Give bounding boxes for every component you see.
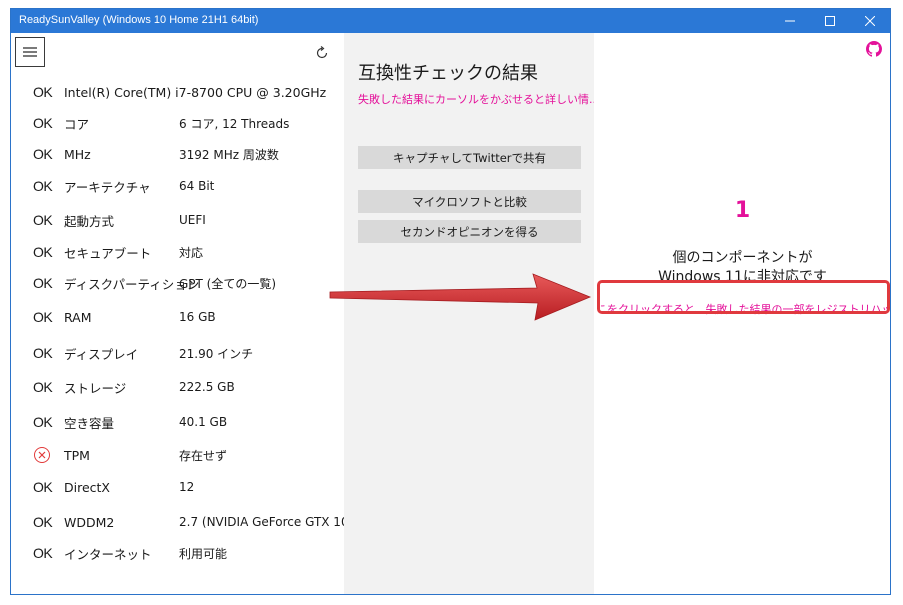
list-item: OK インターネット 利用可能 — [11, 543, 344, 563]
minimize-button[interactable] — [770, 9, 810, 33]
item-label: Intel(R) Core(TM) i7-8700 CPU @ 3.20GHz — [64, 84, 327, 100]
refresh-icon — [316, 46, 328, 59]
failed-count: 1 — [734, 198, 751, 223]
summary-pane: 1 個のコンポーネントが Windows 11に非対応です ここをクリックすると… — [594, 33, 890, 594]
item-label: インターネット — [64, 546, 152, 562]
list-item: OK MHz 3192 MHz 周波数 — [11, 144, 344, 164]
list-item: OK ディスクパーティション GPT (全ての一覧) — [11, 273, 344, 293]
item-value: UEFI — [179, 213, 206, 227]
item-value: 21.90 インチ — [179, 346, 254, 361]
status-ok: OK — [33, 146, 53, 162]
item-value: 40.1 GB — [179, 415, 228, 429]
list-item: OK Intel(R) Core(TM) i7-8700 CPU @ 3.20G… — [11, 82, 344, 102]
item-value: 64 Bit — [179, 179, 215, 193]
item-label: RAM — [64, 309, 92, 325]
status-ok: OK — [33, 414, 53, 430]
close-icon — [865, 16, 875, 26]
list-item: OK ストレージ 222.5 GB — [11, 377, 344, 397]
list-item: OK 起動方式 UEFI — [11, 210, 344, 230]
status-ok: OK — [33, 178, 53, 194]
hamburger-menu-icon — [23, 47, 37, 57]
results-pane: 互換性チェックの結果 失敗した結果にカーソルをかぶせると詳しい情... キャプチ… — [344, 33, 600, 594]
item-label: 起動方式 — [64, 213, 115, 229]
status-ok: OK — [33, 212, 53, 228]
item-value: 利用可能 — [179, 546, 228, 561]
item-value: 12 — [179, 480, 195, 494]
list-item: OK RAM 16 GB — [11, 307, 344, 327]
item-label: コア — [64, 116, 90, 132]
title-bar[interactable]: ReadySunValley (Windows 10 Home 21H1 64b… — [11, 9, 890, 33]
item-value: 222.5 GB — [179, 380, 235, 394]
registry-hack-link[interactable]: ここをクリックすると、失敗した結果の一部をレジストリハッ... — [601, 297, 887, 321]
summary-line-1: 個のコンポーネントが — [672, 250, 813, 266]
share-twitter-button[interactable]: キャプチャしてTwitterで共有 — [358, 146, 581, 169]
item-label: セキュアブート — [64, 245, 152, 261]
item-value: 3192 MHz 周波数 — [179, 147, 279, 162]
status-ok: OK — [33, 244, 53, 260]
item-label: アーキテクチャ — [64, 179, 151, 195]
x-icon — [38, 451, 46, 459]
close-button[interactable] — [850, 9, 890, 33]
status-ok: OK — [33, 379, 53, 395]
list-item: OK セキュアブート 対応 — [11, 242, 344, 262]
maximize-icon — [825, 16, 835, 26]
item-value: 2.7 (NVIDIA GeForce GTX 1070) — [179, 515, 369, 529]
requirements-pane: OK Intel(R) Core(TM) i7-8700 CPU @ 3.20G… — [11, 33, 369, 594]
summary-line-2: Windows 11に非対応です — [658, 269, 827, 285]
list-item: OK アーキテクチャ 64 Bit — [11, 176, 344, 196]
status-ok: OK — [33, 514, 53, 530]
item-value: 対応 — [179, 245, 204, 260]
minimize-icon — [785, 20, 795, 22]
item-value: 6 コア, 12 Threads — [179, 116, 290, 131]
item-label: ストレージ — [64, 380, 127, 396]
status-ok: OK — [33, 115, 53, 131]
list-item: OK WDDM2 2.7 (NVIDIA GeForce GTX 1070) — [11, 512, 369, 532]
refresh-button[interactable] — [312, 43, 332, 63]
status-ok: OK — [33, 275, 53, 291]
item-label: 空き容量 — [64, 415, 115, 431]
list-item: OK 空き容量 40.1 GB — [11, 412, 344, 432]
status-ok: OK — [33, 545, 53, 561]
item-value: GPT (全ての一覧) — [179, 276, 277, 291]
second-opinion-button[interactable]: セカンドオピニオンを得る — [358, 220, 581, 243]
item-label: MHz — [64, 146, 91, 162]
item-label: TPM — [64, 447, 90, 463]
list-item: OK DirectX 12 — [11, 477, 344, 497]
app-window: ReadySunValley (Windows 10 Home 21H1 64b… — [10, 8, 891, 595]
item-label: ディスプレイ — [64, 346, 139, 362]
item-label: DirectX — [64, 479, 110, 495]
item-value: 16 GB — [179, 310, 216, 324]
hover-hint: 失敗した結果にカーソルをかぶせると詳しい情... — [358, 93, 600, 106]
window-title: ReadySunValley (Windows 10 Home 21H1 64b… — [19, 14, 259, 26]
fail-circle-x-icon — [34, 447, 50, 463]
status-ok: OK — [33, 345, 53, 361]
maximize-button[interactable] — [810, 9, 850, 33]
menu-button[interactable] — [15, 37, 45, 67]
results-title: 互換性チェックの結果 — [358, 63, 538, 84]
compare-microsoft-button[interactable]: マイクロソフトと比較 — [358, 190, 581, 213]
item-label: WDDM2 — [64, 514, 115, 530]
github-icon[interactable] — [866, 41, 882, 57]
list-item: TPM 存在せず — [11, 445, 344, 465]
status-ok: OK — [33, 309, 53, 325]
list-item: OK ディスプレイ 21.90 インチ — [11, 343, 344, 363]
status-ok: OK — [33, 84, 53, 100]
status-ok: OK — [33, 479, 53, 495]
list-item: OK コア 6 コア, 12 Threads — [11, 113, 344, 133]
item-value: 存在せず — [179, 448, 228, 463]
